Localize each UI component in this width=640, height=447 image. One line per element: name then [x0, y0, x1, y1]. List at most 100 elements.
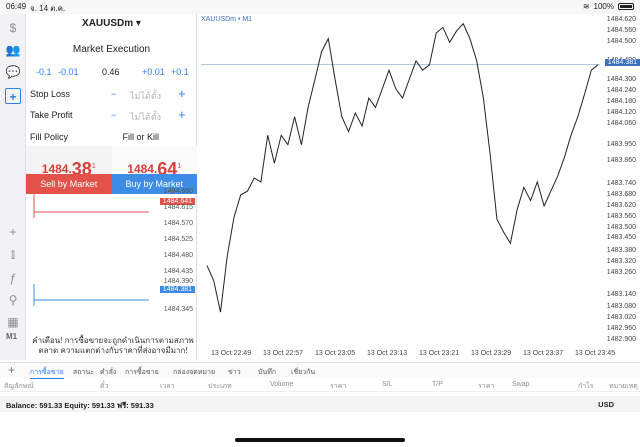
- tick-label: 1484.345: [163, 306, 193, 313]
- col-comment: หมายเหตุ: [609, 383, 638, 390]
- x-tick-label: 13 Oct 23:37: [523, 350, 564, 357]
- y-tick-label: 1484.060: [606, 120, 636, 128]
- col-tp: T/P: [432, 381, 443, 388]
- volume-plus-01[interactable]: +0.1: [171, 67, 189, 77]
- chart-svg: [201, 22, 600, 313]
- y-tick-label: 1483.320: [606, 257, 636, 265]
- take-profit-label: Take Profit: [30, 110, 73, 120]
- col-ticket: ตั๋ว: [100, 383, 109, 390]
- bottom-tabs: + การซื้อขาย สถานะ คำสั่ง การซื้อขาย กล่…: [0, 362, 640, 379]
- col-time: เวลา: [160, 383, 175, 390]
- objects-icon[interactable]: ⚲: [5, 292, 21, 308]
- candles-icon[interactable]: ⫾: [5, 246, 21, 262]
- new-order-icon[interactable]: +: [5, 88, 21, 104]
- users-icon[interactable]: 👥: [5, 42, 21, 58]
- tab-copy[interactable]: เชี่ยวกัน: [291, 367, 315, 378]
- col-sl: S/L: [382, 381, 393, 388]
- tick-label: 1484.525: [163, 236, 193, 243]
- tab-history[interactable]: การซื้อขาย: [125, 367, 159, 378]
- col-type: ประเภท: [208, 383, 232, 390]
- tab-orders[interactable]: คำสั่ง: [100, 367, 116, 378]
- price-chart[interactable]: XAUUSDm • M1 1484.620 1484.560 1484.500 148…: [197, 14, 640, 360]
- x-tick-label: 13 Oct 22:49: [211, 350, 252, 357]
- y-tick-label: 1483.380: [606, 246, 636, 254]
- tick-label: 1484.480: [163, 252, 193, 259]
- currency: USD: [598, 400, 614, 409]
- col-profit: กำไร: [578, 383, 594, 390]
- balance-bar: Balance: 591.33 Equity: 591.33 ฟรี: 591.…: [0, 396, 640, 412]
- col-swap: Swap: [512, 381, 530, 388]
- y-tick-label: 1483.080: [606, 302, 636, 310]
- dollar-icon[interactable]: $: [5, 20, 21, 36]
- y-tick-label: 1484.240: [606, 86, 636, 94]
- templates-icon[interactable]: ▦: [5, 314, 21, 330]
- tick-label: 1484.390: [163, 278, 193, 285]
- x-tick-label: 13 Oct 23:45: [575, 350, 616, 357]
- order-panel: XAUUSDm ▾ Market Execution -0.1 -0.01 0.…: [26, 14, 197, 360]
- y-tick-label: 1483.860: [606, 157, 636, 165]
- tick-chart-lines: [33, 194, 149, 306]
- crosshair-icon[interactable]: +: [5, 224, 21, 240]
- tab-journal[interactable]: บันทึก: [258, 367, 276, 378]
- tick-chart: 1484.660 1484.641 1484.615 1484.570 1484…: [26, 188, 197, 344]
- volume-plus-001[interactable]: +0.01: [142, 67, 165, 77]
- tab-news[interactable]: ข่าว: [228, 367, 241, 378]
- x-tick-label: 13 Oct 23:21: [419, 350, 460, 357]
- battery-percent: 100%: [593, 2, 614, 11]
- status-time: 06:49: [6, 2, 27, 11]
- y-tick-label: 1482.900: [606, 336, 636, 343]
- volume-minus-001[interactable]: -0.01: [58, 67, 79, 77]
- add-icon[interactable]: +: [8, 363, 15, 377]
- y-tick-label: 1483.680: [606, 190, 636, 198]
- tick-label: 1484.615: [163, 204, 193, 211]
- sell-by-market-button[interactable]: Sell by Market: [26, 174, 112, 194]
- execution-mode[interactable]: Market Execution: [26, 44, 197, 55]
- volume-value[interactable]: 0.46: [102, 67, 120, 77]
- wifi-icon: ≋: [582, 2, 590, 11]
- tab-mailbox[interactable]: กล่องจดหมาย: [173, 367, 215, 378]
- y-tick-label: 1483.260: [606, 269, 636, 277]
- stop-loss-plus[interactable]: +: [178, 86, 186, 101]
- timeframe-label[interactable]: M1: [6, 332, 17, 341]
- y-tick-label: 1483.020: [606, 313, 636, 321]
- balance-text: Balance: 591.33 Equity: 591.33 ฟรี: 591.…: [6, 401, 154, 410]
- tick-label: 1484.570: [163, 220, 193, 227]
- fill-policy-value[interactable]: Fill or Kill: [122, 132, 159, 142]
- stop-loss-minus[interactable]: −: [111, 89, 116, 99]
- tick-label: 1484.660: [163, 188, 193, 195]
- fill-policy-label: Fill Policy: [30, 132, 69, 142]
- bid-price-tag: 1484.381: [159, 286, 195, 293]
- x-tick-label: 13 Oct 23:29: [471, 350, 512, 357]
- col-volume: Volume: [270, 381, 294, 388]
- chat-icon[interactable]: 💬: [5, 64, 21, 80]
- y-tick-label: 1484.500: [606, 38, 636, 46]
- y-tick-label: 1484.560: [606, 27, 636, 35]
- x-tick-label: 13 Oct 22:57: [263, 350, 304, 357]
- y-tick-label: 1484.300: [606, 75, 636, 83]
- y-tick-label: 1483.140: [606, 291, 636, 299]
- take-profit-field[interactable]: ไม่ได้ตั้ง: [130, 110, 161, 124]
- y-tick-label: 1484.120: [606, 109, 636, 117]
- tick-label: 1484.435: [163, 268, 193, 275]
- warning-text: คำเตือน! การซื้อขายจะถูกดำเนินการตามสภาพ…: [32, 336, 194, 355]
- battery-icon: [618, 3, 634, 10]
- home-indicator: [235, 438, 405, 442]
- y-tick-label: 1484.620: [606, 16, 636, 23]
- volume-minus-01[interactable]: -0.1: [36, 67, 52, 77]
- tab-positions[interactable]: สถานะ: [73, 367, 94, 378]
- take-profit-plus[interactable]: +: [178, 107, 186, 122]
- y-tick-label: 1483.740: [606, 179, 636, 187]
- table-header: สัญลักษณ์ ตั๋ว เวลา ประเภท Volume ราคา S…: [0, 378, 640, 392]
- col-symbol: สัญลักษณ์: [4, 383, 34, 390]
- indicator-icon[interactable]: ƒ: [5, 270, 21, 286]
- take-profit-minus[interactable]: −: [111, 110, 116, 120]
- y-tick-label: 1483.560: [606, 213, 636, 221]
- y-tick-label: 1483.500: [606, 224, 636, 232]
- stop-loss-field[interactable]: ไม่ได้ตั้ง: [130, 89, 161, 103]
- y-tick-label: 1484.180: [606, 97, 636, 105]
- symbol-select[interactable]: XAUUSDm ▾: [26, 18, 197, 29]
- y-tick-label: 1483.620: [606, 202, 636, 210]
- left-toolbar: $ 👥 💬 + + ⫾ ƒ ⚲ ▦ M1: [0, 14, 26, 360]
- price-series-line: [206, 22, 599, 313]
- stop-loss-label: Stop Loss: [30, 89, 71, 99]
